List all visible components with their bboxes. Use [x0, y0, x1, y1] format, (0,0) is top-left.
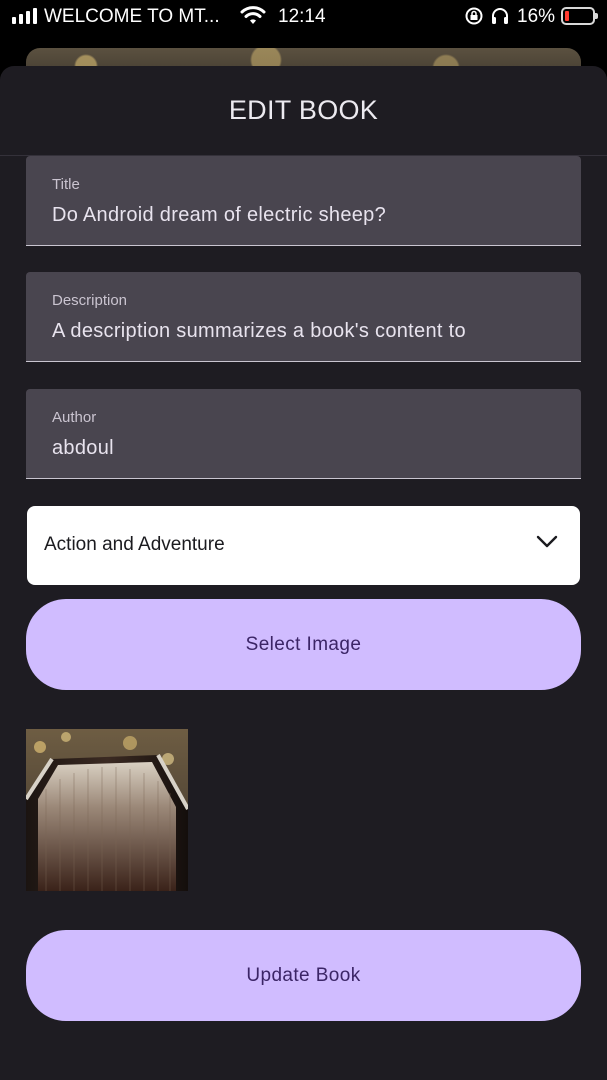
chevron-down-icon [536, 535, 558, 554]
battery-level [565, 11, 569, 21]
book-cover-thumbnail [26, 729, 188, 891]
signal-icon [12, 8, 37, 24]
status-time: 12:14 [278, 6, 326, 27]
author-field-label: Author [52, 409, 97, 426]
description-field[interactable]: Description A description summarizes a b… [26, 272, 581, 362]
description-field-value[interactable]: A description summarizes a book's conten… [52, 320, 552, 343]
author-field[interactable]: Author abdoul [26, 389, 581, 479]
update-book-button[interactable]: Update Book [26, 930, 581, 1021]
sheet-header: EDIT BOOK [0, 66, 607, 156]
status-bar: WELCOME TO MT... 12:14 16% [0, 0, 607, 34]
battery-icon [561, 7, 598, 25]
title-field-value[interactable]: Do Android dream of electric sheep? [52, 204, 552, 227]
screen: WELCOME TO MT... 12:14 16% EDIT BOOK Tit… [0, 0, 607, 1080]
headphones-icon [490, 6, 510, 32]
carrier-name: WELCOME TO MT... [44, 6, 220, 27]
orientation-lock-icon [464, 6, 484, 32]
page-title: EDIT BOOK [228, 95, 379, 125]
genre-dropdown[interactable]: Action and Adventure [27, 506, 580, 585]
battery-percent: 16% [517, 6, 556, 27]
author-field-value[interactable]: abdoul [52, 437, 552, 460]
wifi-icon [240, 6, 266, 32]
genre-dropdown-value: Action and Adventure [44, 534, 225, 555]
title-field[interactable]: Title Do Android dream of electric sheep… [26, 156, 581, 246]
edit-book-sheet: EDIT BOOK Title Do Android dream of elec… [0, 66, 607, 1080]
description-field-label: Description [52, 292, 128, 309]
select-image-button[interactable]: Select Image [26, 599, 581, 690]
title-field-label: Title [52, 176, 80, 193]
